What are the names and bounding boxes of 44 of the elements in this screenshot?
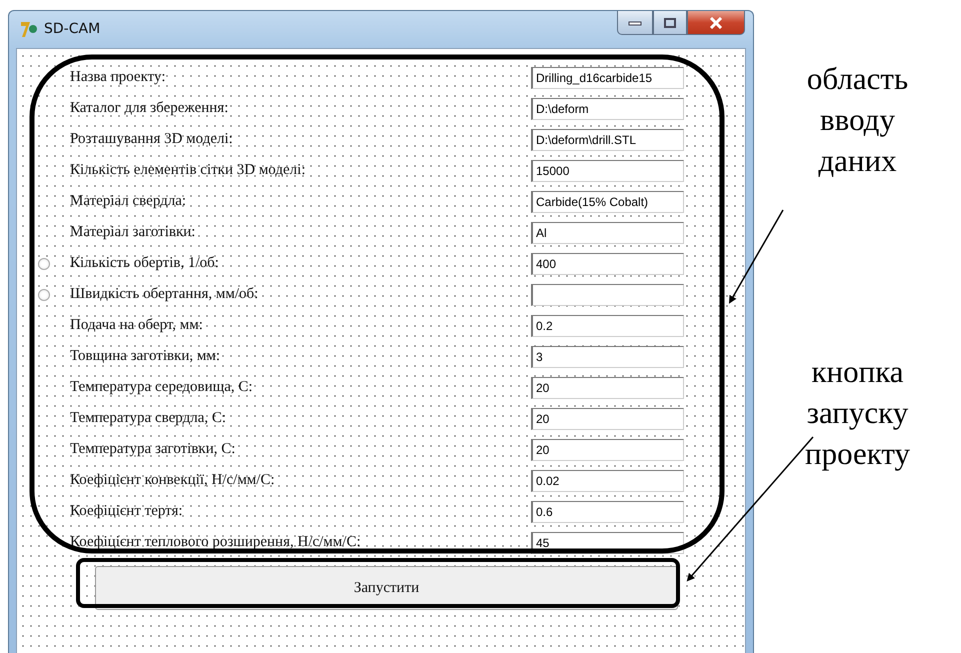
- field-label: Товщина заготівки, мм:: [70, 348, 222, 365]
- radio-button[interactable]: [38, 288, 50, 300]
- input-field[interactable]: 3: [531, 346, 684, 368]
- input-field[interactable]: Carbide(15% Cobalt): [531, 190, 684, 212]
- maximize-icon: [664, 18, 676, 28]
- annotation-text: область вводу даних: [806, 60, 910, 180]
- input-field[interactable]: 20: [531, 438, 684, 460]
- field-label: Кількість обертів, 1/об:: [70, 255, 220, 272]
- annotation-text: кнопка запуску проекту: [804, 353, 912, 473]
- input-field[interactable]: [531, 284, 684, 306]
- input-field[interactable]: 0.2: [531, 314, 684, 336]
- field-label: Розташування 3D моделі:: [70, 131, 234, 148]
- field-label: Подача на оберт, мм:: [70, 317, 204, 334]
- close-icon: [709, 16, 723, 28]
- run-button[interactable]: Запустити: [95, 566, 678, 610]
- minimize-icon: [628, 20, 642, 26]
- input-field[interactable]: 20: [531, 376, 684, 398]
- field-label: Матеріал свердла:: [70, 193, 188, 210]
- input-field[interactable]: 20: [531, 408, 684, 430]
- maximize-button[interactable]: [653, 11, 687, 35]
- field-label: Каталог для збереження:: [70, 100, 230, 117]
- field-label: Швидкість обертання, мм/об:: [70, 286, 260, 303]
- field-label: Температура заготівки, С:: [70, 441, 236, 458]
- field-label: Коефіцієнт теплового розширення, Н/с/мм/С:: [70, 534, 362, 551]
- input-field[interactable]: 400: [531, 252, 684, 274]
- input-field[interactable]: 0.6: [531, 500, 684, 522]
- input-field[interactable]: 15000: [531, 160, 684, 182]
- input-field[interactable]: Drilling_d16carbide15: [531, 66, 684, 88]
- field-label: Назва проекту:: [70, 69, 166, 86]
- close-button[interactable]: [687, 11, 745, 35]
- field-label: Кількість елементів сітки 3D моделі:: [70, 162, 306, 179]
- field-label: Матеріал заготівки:: [70, 224, 196, 241]
- window-title: SD-CAM: [44, 21, 100, 37]
- radio-button[interactable]: [38, 258, 50, 270]
- input-field[interactable]: 0.02: [531, 470, 684, 492]
- field-label: Температура свердла, С:: [70, 410, 228, 427]
- input-field[interactable]: Al: [531, 222, 684, 244]
- field-label: Температура середовища, С:: [70, 379, 254, 396]
- minimize-button[interactable]: [617, 11, 653, 35]
- field-label: Коефіцієнт тертя:: [70, 503, 184, 520]
- input-field[interactable]: D:\deform\drill.STL: [531, 128, 684, 150]
- field-label: Коефіцієнт конвекції, Н/с/мм/С:: [70, 472, 276, 489]
- input-field[interactable]: D:\deform: [531, 98, 684, 120]
- app-icon: [19, 19, 39, 39]
